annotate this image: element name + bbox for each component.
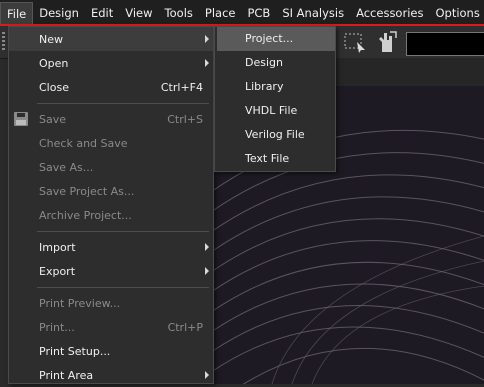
hand-pointer-icon[interactable] [374,30,400,54]
file-menu-print-preview[interactable]: Print Preview... [9,291,213,315]
menu-design[interactable]: Design [33,2,85,24]
submenu-arrow-icon [205,35,209,43]
new-submenu-library[interactable]: Library [217,75,335,99]
menu-item-shortcut: Ctrl+P [167,320,203,334]
file-menu-save-project-as[interactable]: Save Project As... [9,179,213,203]
submenu-arrow-icon [205,243,209,251]
submenu-arrow-icon [205,267,209,275]
submenu-arrow-icon [205,59,209,67]
menu-file[interactable]: File [0,2,34,24]
menu-view[interactable]: View [119,2,158,24]
menu-item-label: Close [39,80,69,94]
submenu-item-label: Library [245,80,284,93]
toolbar-grip[interactable] [2,32,5,52]
submenu-item-label: VHDL File [245,104,298,117]
menu-tools[interactable]: Tools [159,2,199,24]
submenu-item-label: Project... [245,32,294,45]
file-menu-print[interactable]: Print... Ctrl+P [9,315,213,339]
menu-item-label: Export [39,264,76,278]
new-submenu: Project... Design Library VHDL File Veri… [214,26,336,172]
file-menu-export[interactable]: Export [9,259,213,283]
menu-separator [37,103,209,104]
menu-item-label: Print... [39,320,75,334]
menu-item-label: Archive Project... [39,208,132,222]
file-menu-save-as[interactable]: Save As... [9,155,213,179]
save-icon [14,112,28,126]
menu-item-label: New [39,32,63,46]
new-submenu-verilog-file[interactable]: Verilog File [217,123,335,147]
file-menu-print-area[interactable]: Print Area [9,363,213,387]
submenu-item-label: Text File [245,152,290,165]
submenu-item-label: Design [245,56,283,69]
menu-pcb[interactable]: PCB [241,2,276,24]
file-menu-print-setup[interactable]: Print Setup... [9,339,213,363]
menu-separator [37,287,209,288]
submenu-arrow-icon [205,371,209,379]
menu-si-analysis[interactable]: SI Analysis [276,2,350,24]
menu-item-label: Import [39,240,76,254]
menu-item-label: Save Project As... [39,184,135,198]
menu-item-label: Print Setup... [39,344,111,358]
menu-separator [37,231,209,232]
menu-place[interactable]: Place [199,2,242,24]
menu-item-label: Print Area [39,368,94,382]
select-area-icon[interactable] [342,30,368,54]
submenu-item-label: Verilog File [245,128,305,141]
file-menu-import[interactable]: Import [9,235,213,259]
file-menu-close[interactable]: Close Ctrl+F4 [9,75,213,99]
new-submenu-design[interactable]: Design [217,51,335,75]
file-menu-save[interactable]: Save Ctrl+S [9,107,213,131]
file-menu-open[interactable]: Open [9,51,213,75]
toolbar-input-field[interactable] [406,32,484,56]
menu-item-label: Check and Save [39,136,128,150]
new-submenu-vhdl-file[interactable]: VHDL File [217,99,335,123]
menu-item-label: Save As... [39,160,94,174]
menu-item-label: Open [39,56,69,70]
menu-options[interactable]: Options [429,2,484,24]
menu-item-label: Save [39,112,67,126]
new-submenu-project[interactable]: Project... [217,27,335,51]
menu-accessories[interactable]: Accessories [350,2,429,24]
menu-edit[interactable]: Edit [85,2,119,24]
file-menu-check-and-save[interactable]: Check and Save [9,131,213,155]
menu-item-shortcut: Ctrl+F4 [160,80,203,94]
menu-item-label: Print Preview... [39,296,121,310]
new-submenu-text-file[interactable]: Text File [217,147,335,171]
file-menu-archive-project[interactable]: Archive Project... [9,203,213,227]
menu-bar: File Design Edit View Tools Place PCB SI… [0,0,484,26]
menu-item-shortcut: Ctrl+S [167,112,203,126]
file-menu: New Open Close Ctrl+F4 Save Ctrl+S Check… [8,26,214,384]
file-menu-new[interactable]: New [9,27,213,51]
